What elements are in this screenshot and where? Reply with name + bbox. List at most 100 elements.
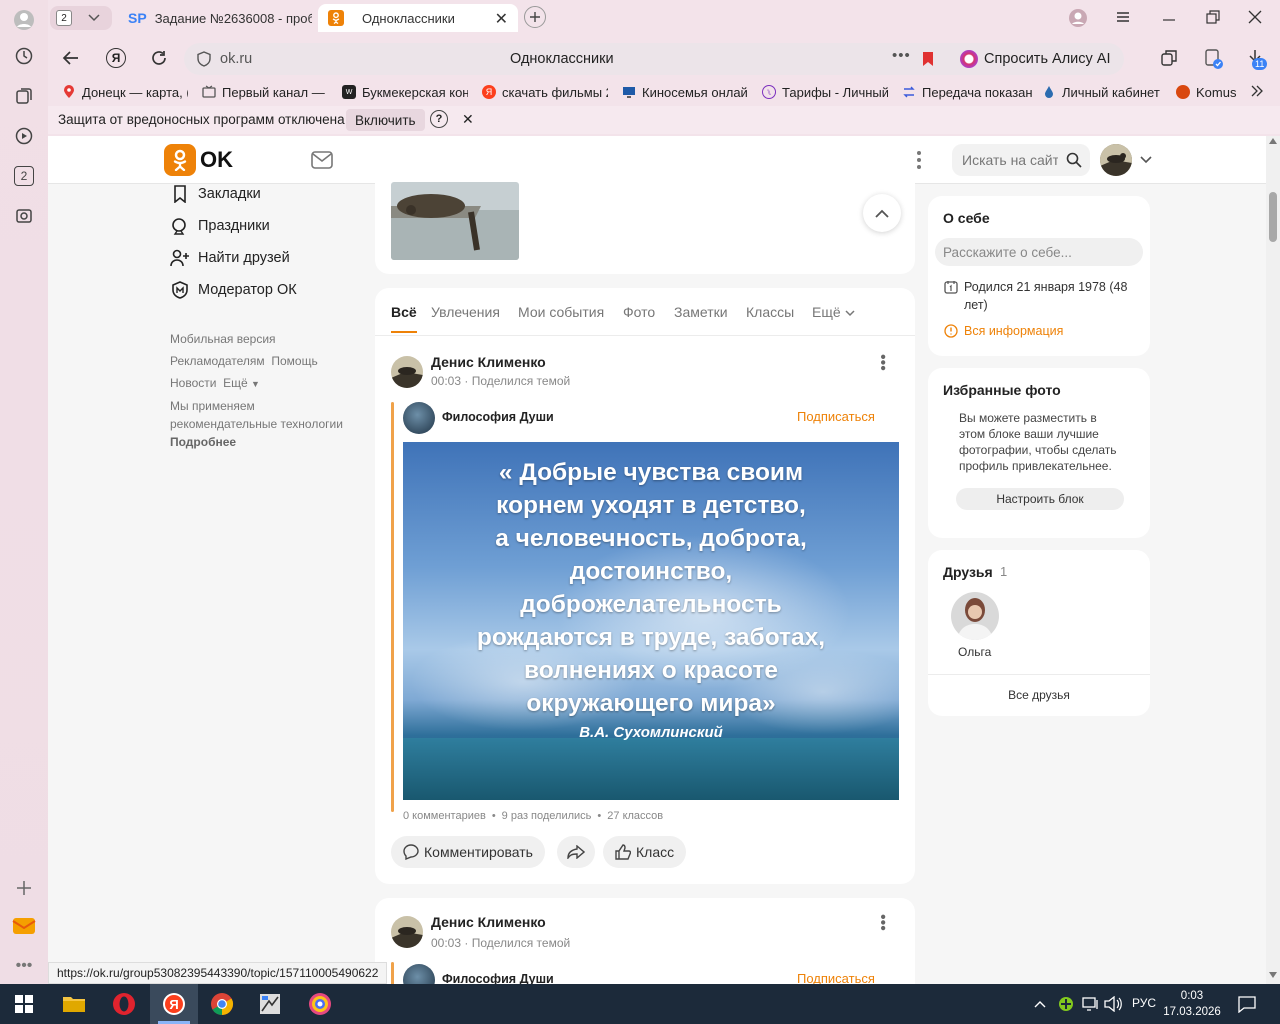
- details-link[interactable]: Подробнее: [170, 433, 360, 451]
- volume-icon[interactable]: [1104, 996, 1122, 1012]
- tab-odnoklassniki[interactable]: Одноклассники ✕: [318, 4, 518, 32]
- close-infobar-icon[interactable]: ✕: [462, 111, 474, 128]
- ok-logo[interactable]: OK: [164, 144, 233, 176]
- bookmark-item[interactable]: Личный кабинет: [1042, 82, 1172, 102]
- all-info-link[interactable]: Вся информация: [964, 324, 1063, 338]
- enable-protection-button[interactable]: Включить: [346, 109, 425, 131]
- configure-block-button[interactable]: Настроить блок: [956, 488, 1124, 510]
- tabs-count-icon[interactable]: 2: [12, 164, 36, 188]
- messages-icon[interactable]: [310, 148, 334, 172]
- downloads-icon[interactable]: 11: [1246, 48, 1268, 70]
- start-icon[interactable]: [0, 984, 48, 1024]
- site-info-icon[interactable]: [196, 51, 212, 67]
- comments-count[interactable]: 0 комментариев: [403, 810, 486, 822]
- scroll-top-button[interactable]: [863, 194, 901, 232]
- close-tab-icon[interactable]: ✕: [495, 9, 508, 29]
- menu-icon[interactable]: [1116, 10, 1130, 24]
- account-icon[interactable]: [1068, 8, 1088, 28]
- feed-tab-my-events[interactable]: Мои события: [518, 304, 604, 320]
- close-window-icon[interactable]: [1248, 10, 1262, 24]
- page-scrollbar[interactable]: [1266, 136, 1280, 984]
- new-tab-button[interactable]: [524, 6, 546, 28]
- feed-tab-notes[interactable]: Заметки: [674, 304, 728, 320]
- protect-icon[interactable]: [1204, 48, 1224, 70]
- more-link[interactable]: Ещё: [223, 376, 248, 390]
- nav-moderator[interactable]: Модератор ОК: [170, 280, 297, 300]
- mail-icon[interactable]: [12, 914, 36, 938]
- app-icon[interactable]: [246, 984, 294, 1024]
- share-button[interactable]: [557, 836, 595, 868]
- add-panel-icon[interactable]: [12, 876, 36, 900]
- language-indicator[interactable]: РУС: [1132, 996, 1156, 1010]
- subscribe-link[interactable]: Подписаться: [797, 409, 875, 424]
- feed-tab-all[interactable]: Всё: [391, 304, 417, 333]
- friends-title[interactable]: Друзья: [943, 564, 993, 580]
- network-icon[interactable]: [1082, 996, 1100, 1012]
- feed-tab-klass[interactable]: Классы: [746, 304, 794, 320]
- more-icon[interactable]: •••: [12, 954, 36, 978]
- search-icon[interactable]: [1066, 152, 1082, 168]
- bookmark-item[interactable]: Komus: [1176, 82, 1238, 102]
- bookmark-flag-icon[interactable]: [922, 51, 934, 67]
- bookmark-item[interactable]: Донецк — карта, (: [62, 82, 188, 102]
- post-author[interactable]: Денис Клименко: [431, 354, 546, 370]
- author-avatar[interactable]: [391, 916, 423, 948]
- bookmark-item[interactable]: Я скачать фильмы 2: [482, 82, 608, 102]
- help-icon[interactable]: ?: [430, 110, 448, 128]
- tray-app-icon[interactable]: [1058, 996, 1074, 1012]
- minimize-icon[interactable]: [1162, 10, 1176, 24]
- restore-icon[interactable]: [1206, 10, 1220, 24]
- post-author[interactable]: Денис Клименко: [431, 914, 546, 930]
- likes-count[interactable]: 27 классов: [607, 810, 663, 822]
- screenshot-icon[interactable]: [12, 204, 36, 228]
- extensions-icon[interactable]: [1160, 49, 1178, 67]
- chrome-icon[interactable]: [198, 984, 246, 1024]
- scroll-up-icon[interactable]: [1269, 138, 1277, 144]
- scroll-down-icon[interactable]: [1269, 972, 1277, 978]
- help-link[interactable]: Помощь: [271, 354, 317, 368]
- profile-icon[interactable]: [12, 8, 36, 32]
- scrollbar-thumb[interactable]: [1269, 192, 1277, 242]
- back-icon[interactable]: [62, 49, 80, 67]
- mobile-version-link[interactable]: Мобильная версия: [170, 328, 360, 350]
- nav-bookmarks[interactable]: Закладки: [170, 184, 261, 204]
- friend-name[interactable]: Ольга: [958, 645, 991, 659]
- nav-find-friends[interactable]: Найти друзей: [170, 248, 290, 268]
- yandex-browser-icon[interactable]: Я: [150, 984, 198, 1024]
- bookmark-item[interactable]: Первый канал — с: [202, 82, 328, 102]
- subscribe-link[interactable]: Подписаться: [797, 971, 875, 984]
- group-avatar[interactable]: [403, 402, 435, 434]
- reload-icon[interactable]: [150, 49, 168, 67]
- post-menu-icon[interactable]: •••: [874, 914, 891, 931]
- group-name[interactable]: Философия Души: [442, 410, 554, 424]
- all-friends-link[interactable]: Все друзья: [928, 688, 1150, 702]
- address-bar[interactable]: ok.ru Одноклассники •••: [184, 43, 996, 75]
- more-dots-icon[interactable]: •••: [892, 47, 911, 64]
- feed-tab-photo[interactable]: Фото: [623, 304, 655, 320]
- bookmark-item[interactable]: Передача показан: [902, 82, 1032, 102]
- video-icon[interactable]: [12, 124, 36, 148]
- quote-image[interactable]: « Добрые чувства своим корнем уходят в д…: [403, 442, 899, 800]
- feed-tab-hobbies[interactable]: Увлечения: [431, 304, 500, 320]
- history-icon[interactable]: [12, 44, 36, 68]
- profile-menu-chevron-icon[interactable]: [1140, 156, 1152, 164]
- yandex-home-icon[interactable]: Я: [106, 48, 126, 68]
- user-avatar[interactable]: [1100, 144, 1132, 176]
- ask-alice-button[interactable]: Спросить Алису AI: [952, 43, 1124, 75]
- tab-task[interactable]: SP Задание №2636008 - проб: [124, 4, 312, 32]
- post-menu-icon[interactable]: •••: [874, 354, 891, 371]
- friend-avatar[interactable]: [951, 592, 999, 640]
- site-search-input[interactable]: Искать на сайте: [952, 144, 1090, 176]
- clock[interactable]: 0:03 17.03.2026: [1160, 988, 1224, 1020]
- more-bookmarks-icon[interactable]: [1250, 84, 1264, 98]
- notification-center-icon[interactable]: [1238, 995, 1256, 1013]
- group-name[interactable]: Философия Души: [442, 972, 554, 984]
- bookmark-item[interactable]: Киносемья онлайн: [622, 82, 748, 102]
- news-link[interactable]: Новости: [170, 376, 216, 390]
- shares-count[interactable]: 9 раз поделились: [502, 810, 592, 822]
- explorer-icon[interactable]: [50, 984, 98, 1024]
- about-input[interactable]: Расскажите о себе...: [935, 238, 1143, 266]
- bookmark-item[interactable]: W Букмекерская кон: [342, 82, 468, 102]
- previous-post-image[interactable]: [391, 182, 519, 260]
- advertisers-link[interactable]: Рекламодателям: [170, 354, 265, 368]
